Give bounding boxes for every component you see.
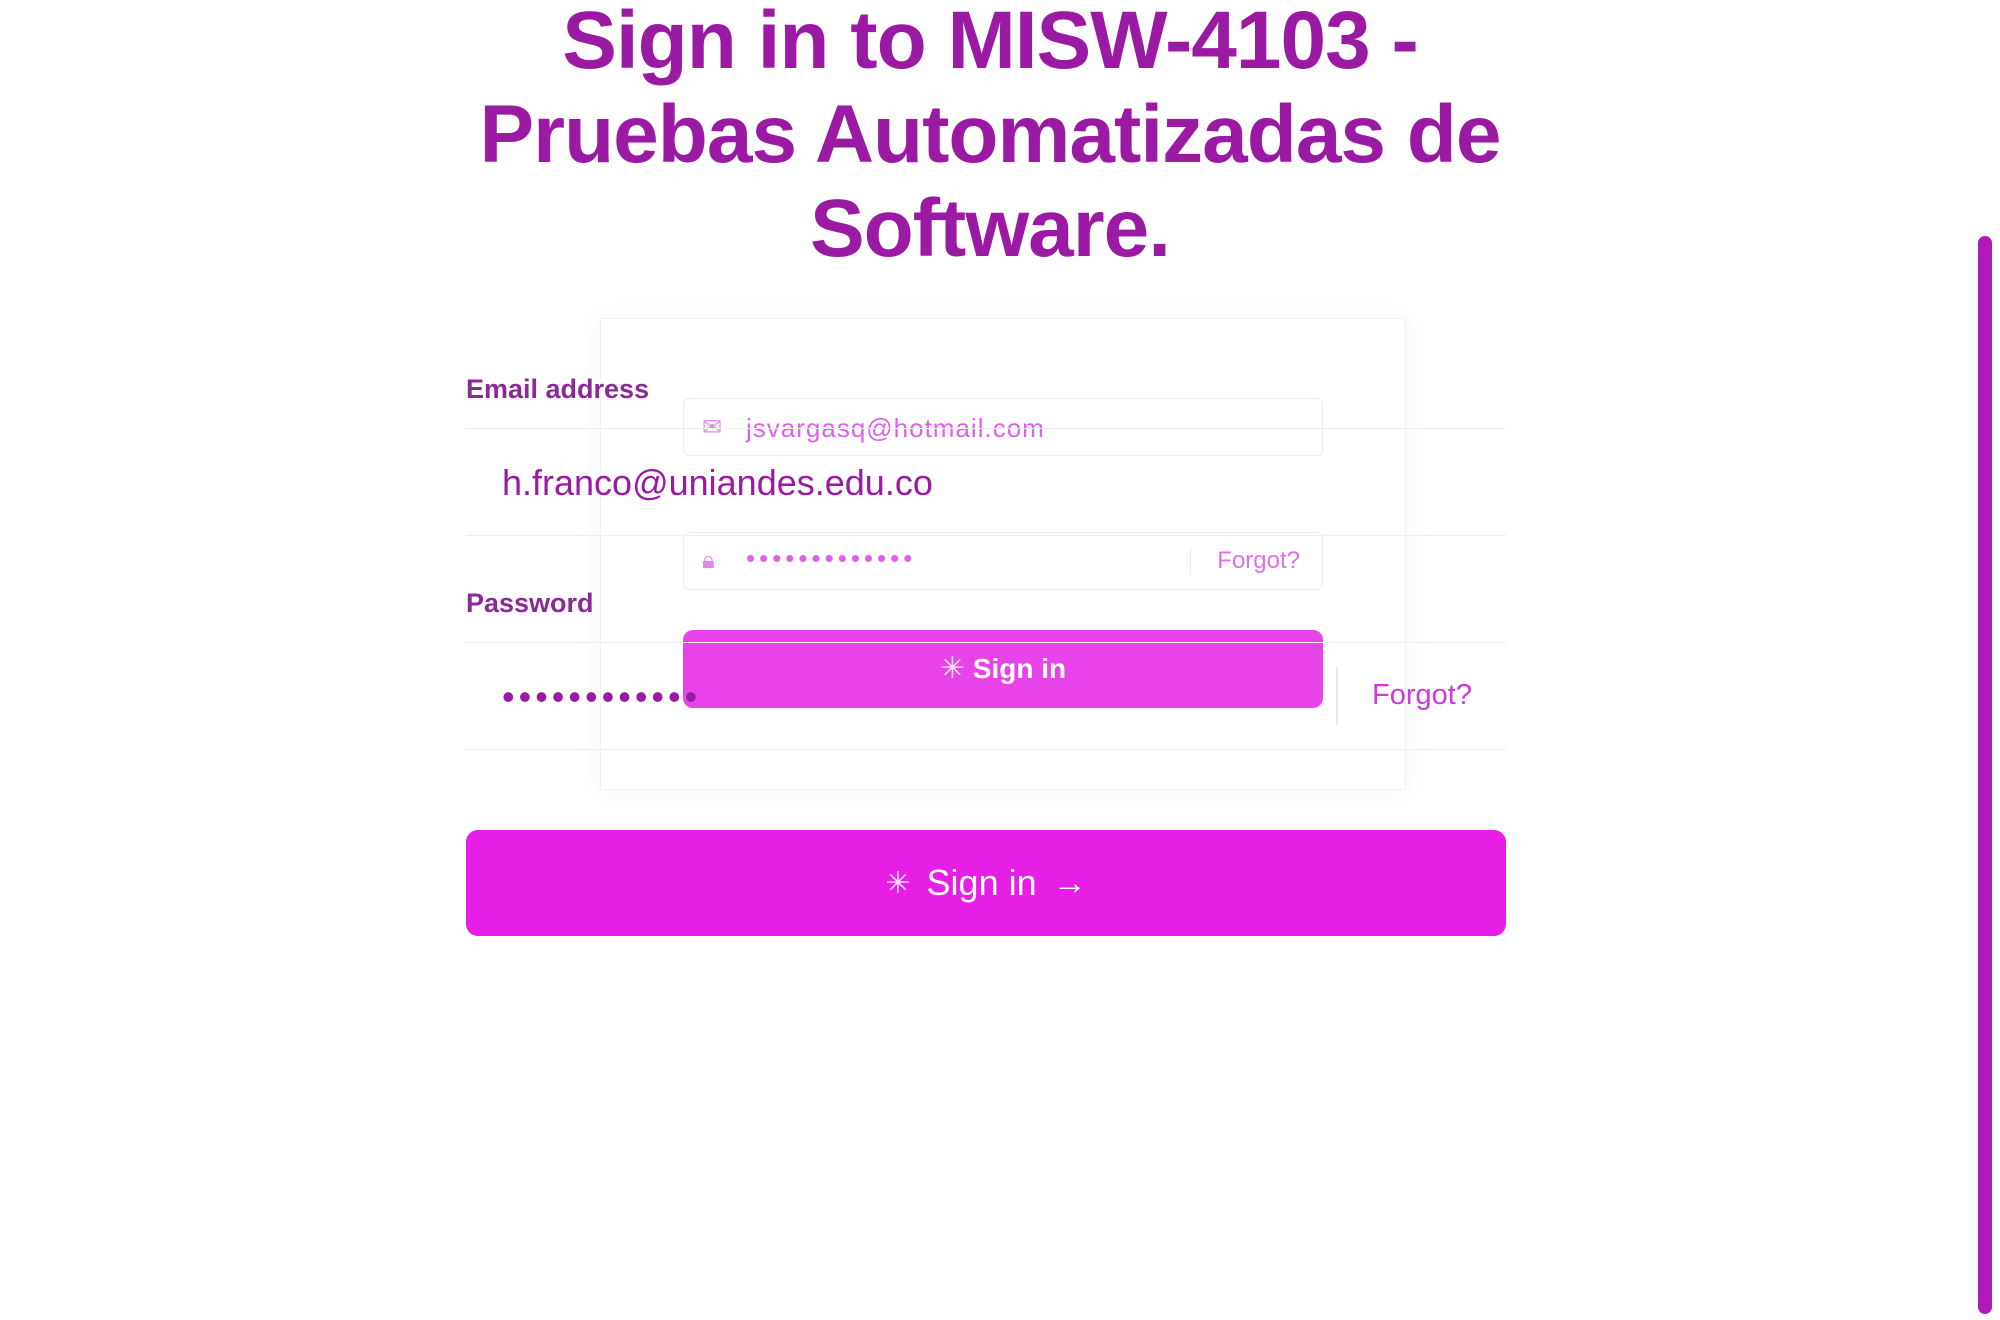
spinner-icon: ✳	[885, 866, 911, 900]
email-label: Email address	[466, 374, 650, 404]
lock-icon: 🔒︎	[702, 547, 715, 574]
page-title: Sign in to MISW-4103 - Pruebas Automatiz…	[0, 0, 1980, 276]
password-label: Password	[466, 588, 594, 618]
password-row: Forgot?	[466, 642, 1506, 750]
signin-label: Sign in	[926, 862, 1037, 903]
page-title-line-3: Software.	[809, 183, 1171, 274]
email-input[interactable]	[500, 455, 1404, 511]
password-input[interactable]	[500, 669, 1404, 725]
ghost-forgot-link: Forgot?	[1190, 547, 1300, 575]
ghost-password-field: 🔒︎ ••••••••••••• Forgot?	[683, 532, 1323, 590]
field-divider	[1336, 667, 1338, 725]
signin-button[interactable]: ✳ Sign in →	[466, 830, 1506, 936]
forgot-password-link[interactable]: Forgot?	[1372, 679, 1472, 712]
ghost-password-value: •••••••••••••	[746, 543, 917, 573]
page-title-line-1: Sign in to MISW-4103 -	[562, 0, 1419, 86]
vertical-scrollbar[interactable]	[1978, 236, 1992, 1314]
arrow-right-icon: →	[1052, 863, 1087, 902]
email-row	[466, 428, 1506, 536]
page-title-line-2: Pruebas Automatizadas de	[479, 89, 1501, 180]
